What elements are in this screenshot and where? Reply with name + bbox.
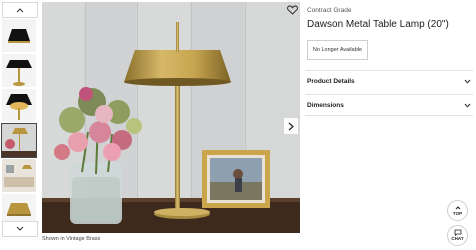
- back-to-top-label: TOP: [452, 210, 463, 216]
- chevron-down-icon: [464, 103, 473, 108]
- product-title: Dawson Metal Table Lamp (20"): [307, 19, 449, 30]
- product-page: Shown in Vintage Brass Contract Grade Da…: [0, 0, 476, 250]
- main-product-image: [42, 2, 300, 233]
- accordion-dimensions[interactable]: Dimensions: [305, 94, 473, 116]
- thumbnail-rail: [0, 0, 38, 250]
- lamp-brass-room-thumbnail: [2, 124, 36, 157]
- thumbnail-4[interactable]: [1, 123, 37, 158]
- accordion-label: Product Details: [307, 78, 355, 85]
- image-caption: Shown in Vintage Brass: [42, 236, 101, 242]
- thumbnail-5[interactable]: [2, 159, 36, 192]
- back-to-top-button[interactable]: TOP: [447, 200, 468, 221]
- chat-button[interactable]: CHAT: [447, 225, 468, 246]
- next-image-button[interactable]: [284, 118, 298, 134]
- availability-status-text: No Longer Available: [312, 47, 363, 53]
- lamp-black-lit-thumbnail: [2, 89, 36, 122]
- availability-status: No Longer Available: [307, 40, 368, 60]
- accordion-product-details[interactable]: Product Details: [305, 70, 473, 92]
- thumbnail-2[interactable]: [2, 54, 36, 87]
- lamp-black-shade-thumbnail: [2, 19, 36, 52]
- accordion-label: Dimensions: [307, 101, 344, 109]
- product-grade: Contract Grade: [307, 7, 352, 14]
- chat-bubble-icon: [454, 229, 461, 237]
- chevron-down-icon: [464, 79, 473, 84]
- chat-label: CHAT: [451, 236, 464, 242]
- lamp-room-scene-thumbnail: [2, 159, 36, 192]
- thumbnail-3[interactable]: [2, 89, 36, 122]
- thumbnail-1[interactable]: [2, 19, 36, 52]
- chevron-right-icon: [288, 122, 294, 130]
- thumbnail-scroll-up-button[interactable]: [2, 2, 38, 18]
- heart-icon: [286, 5, 298, 15]
- chevron-up-icon: [16, 8, 24, 13]
- arrow-up-icon: [455, 206, 460, 210]
- chevron-down-icon: [16, 226, 24, 231]
- lamp-scene-image: [42, 2, 300, 233]
- thumbnail-scroll-down-button[interactable]: [2, 221, 38, 237]
- favorite-button[interactable]: [286, 4, 298, 16]
- lamp-black-side-thumbnail: [2, 54, 36, 87]
